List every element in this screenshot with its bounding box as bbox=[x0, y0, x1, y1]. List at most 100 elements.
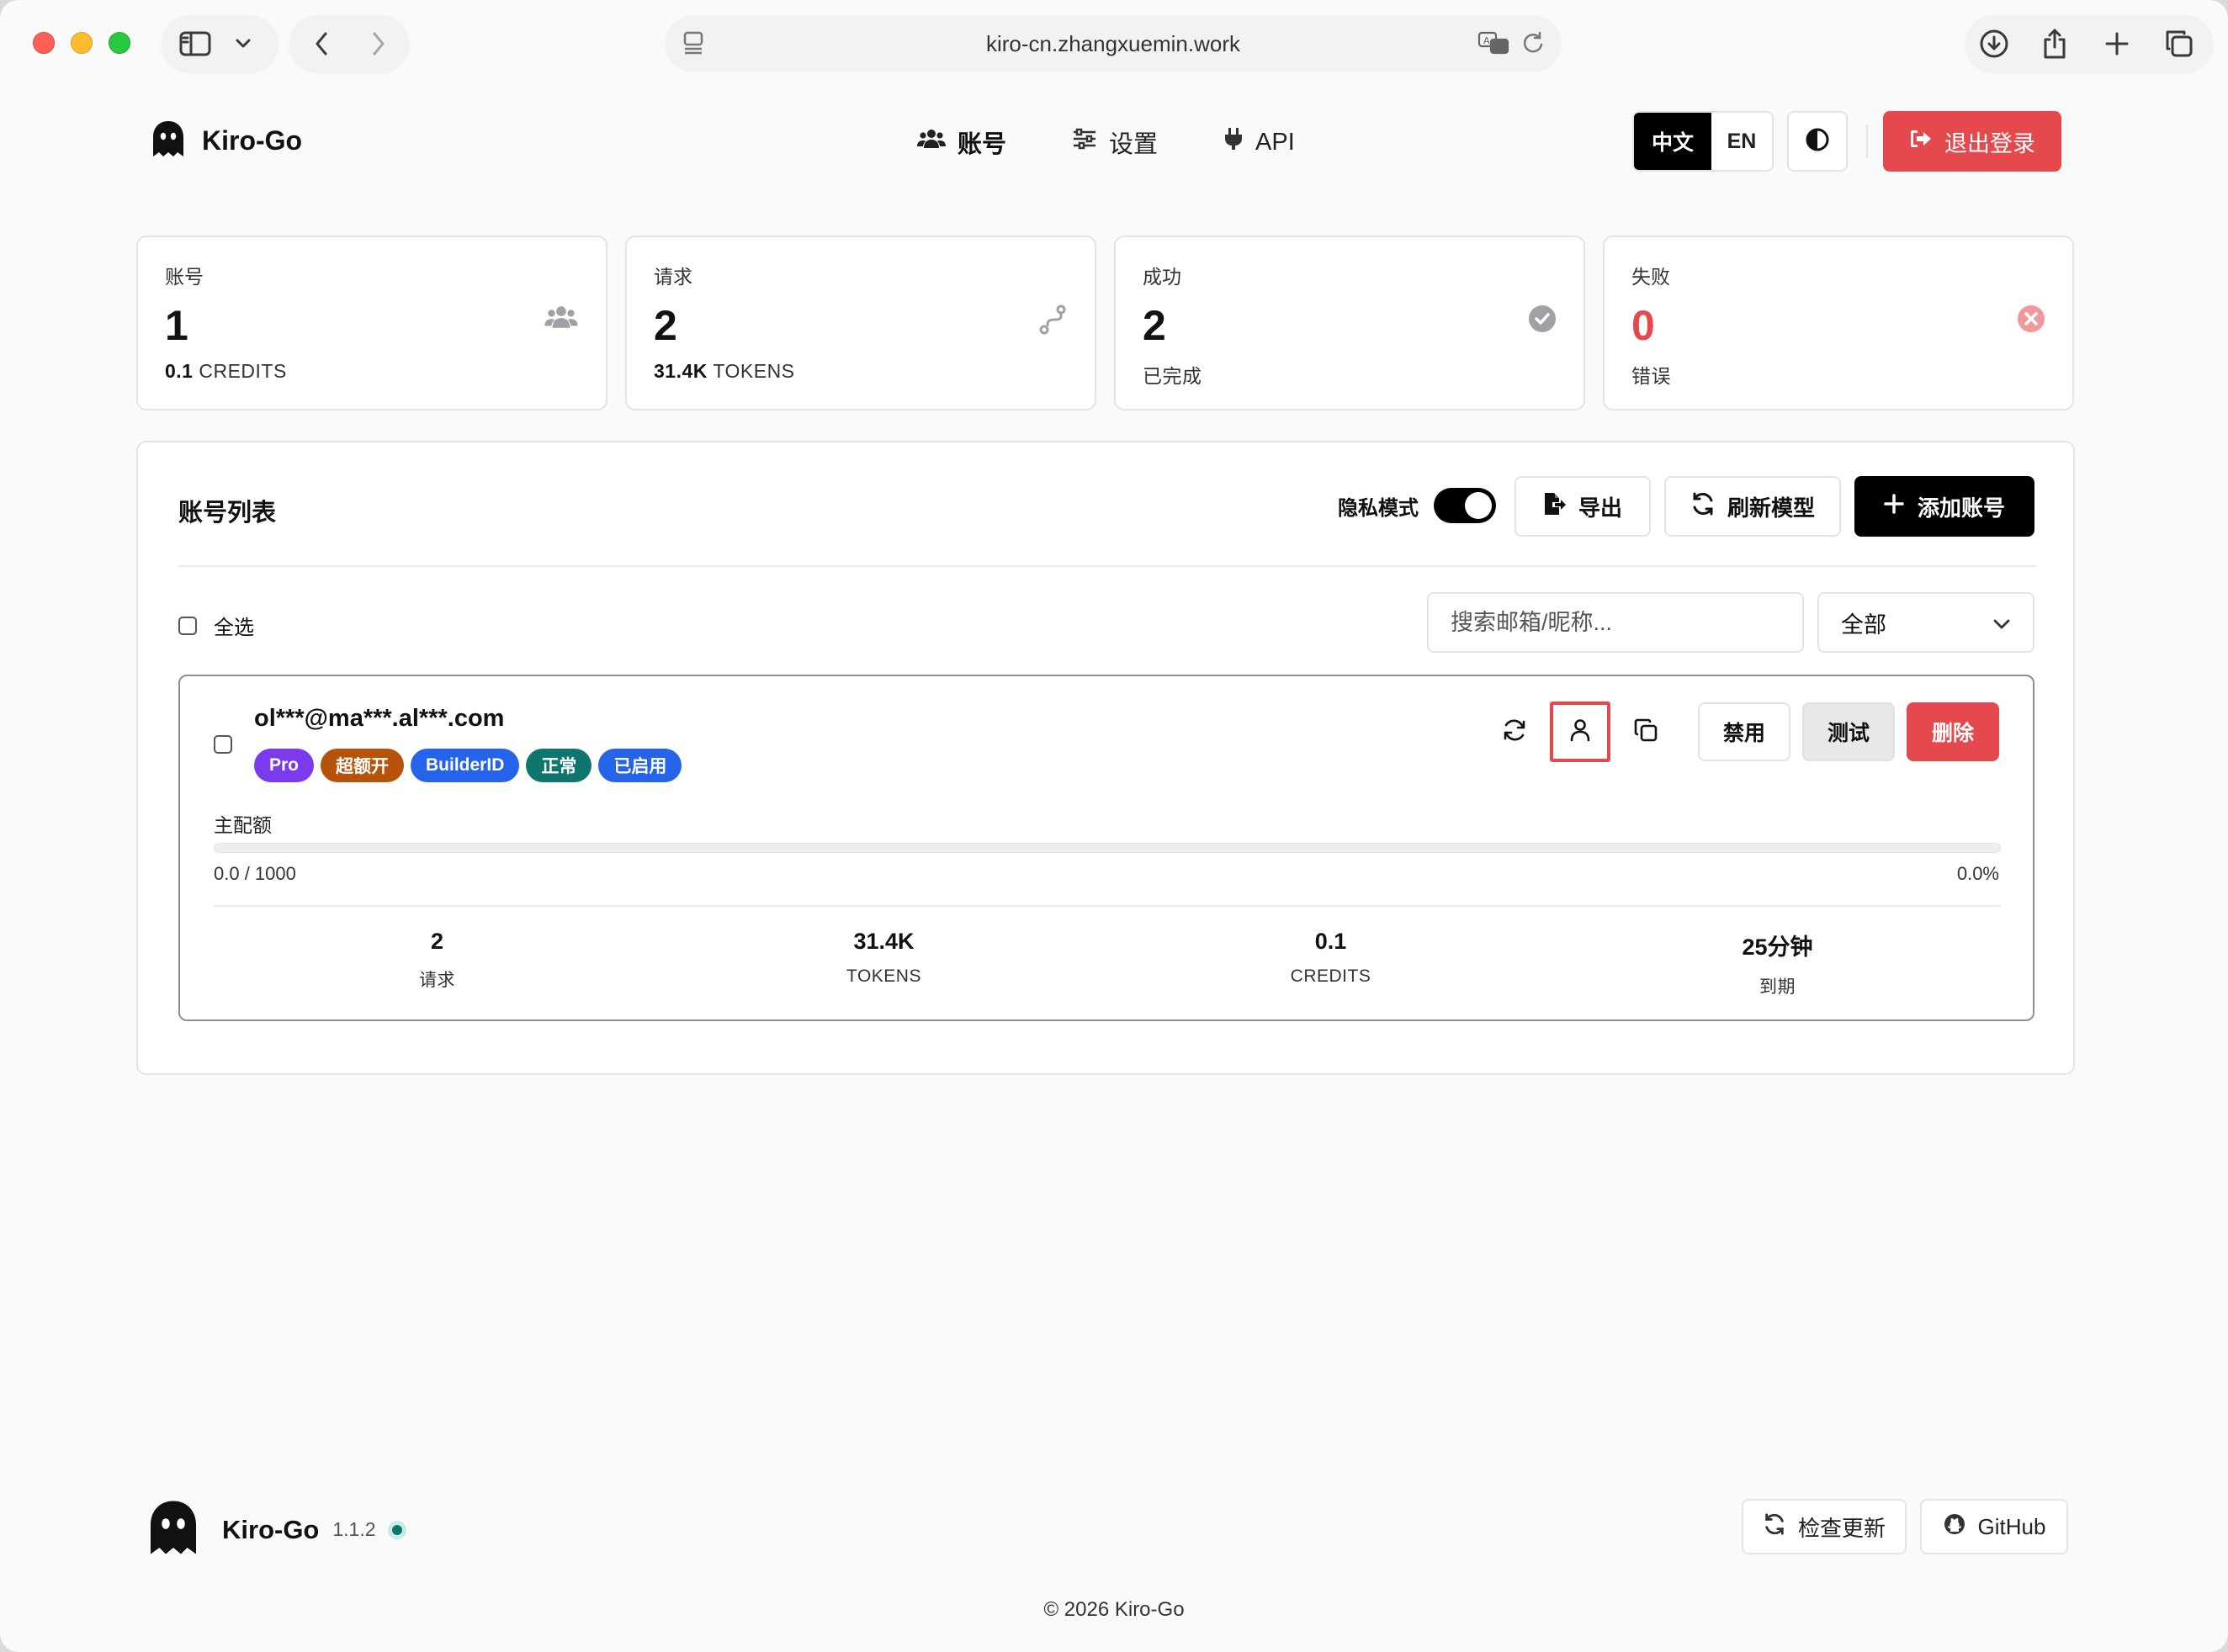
export-button[interactable]: 导出 bbox=[1515, 476, 1651, 537]
disable-button[interactable]: 禁用 bbox=[1698, 702, 1790, 761]
refresh-account-button[interactable] bbox=[1484, 702, 1545, 762]
download-icon[interactable] bbox=[1977, 15, 2011, 72]
new-tab-icon[interactable] bbox=[2102, 15, 2132, 72]
contrast-icon bbox=[1805, 127, 1830, 156]
nav-item-api[interactable]: API bbox=[1223, 124, 1295, 160]
check-update-label: 检查更新 bbox=[1797, 1515, 1886, 1541]
search-input[interactable] bbox=[1427, 592, 1804, 653]
account-actions: 禁用 测试 删除 bbox=[1484, 702, 1999, 762]
ghost-logo-icon bbox=[151, 119, 185, 162]
x-circle-icon bbox=[2017, 304, 2045, 337]
check-update-button[interactable]: 检查更新 bbox=[1742, 1499, 1907, 1554]
plus-icon bbox=[1884, 493, 1904, 520]
plug-icon bbox=[1223, 126, 1244, 158]
select-all[interactable]: 全选 bbox=[178, 611, 254, 640]
footer-name: Kiro-Go bbox=[222, 1514, 320, 1544]
theme-toggle-button[interactable] bbox=[1787, 111, 1848, 172]
privacy-mode: 隐私模式 bbox=[1338, 488, 1496, 523]
add-account-label: 添加账号 bbox=[1917, 495, 2005, 521]
stat-sub-label: 已完成 bbox=[1143, 365, 1202, 387]
browser-toolbar: kiro-cn.zhangxuemin.work A bbox=[0, 0, 2228, 87]
privacy-toggle[interactable] bbox=[1434, 488, 1496, 523]
translate-icon[interactable]: A bbox=[1477, 30, 1511, 61]
ghost-logo-icon bbox=[148, 1497, 199, 1562]
account-stat-label: CREDITS bbox=[1290, 966, 1371, 986]
copy-button[interactable] bbox=[1615, 702, 1676, 762]
refresh-models-button[interactable]: 刷新模型 bbox=[1664, 476, 1841, 537]
footer-brand: Kiro-Go 1.1.2 bbox=[148, 1497, 406, 1562]
lang-en-button[interactable]: EN bbox=[1711, 113, 1772, 170]
stat-sub: 0.1 CREDITS bbox=[165, 360, 287, 383]
brand[interactable]: Kiro-Go bbox=[151, 119, 302, 162]
logout-button[interactable]: 退出登录 bbox=[1883, 111, 2061, 172]
stat-sub: 31.4K TOKENS bbox=[654, 360, 795, 383]
stat-card-accounts: 账号 1 0.1 CREDITS bbox=[136, 236, 607, 410]
account-card: ol***@ma***.al***.com Pro 超额开 BuilderID … bbox=[178, 675, 2034, 1021]
minimize-window-button[interactable] bbox=[71, 32, 93, 54]
logout-label: 退出登录 bbox=[1944, 130, 2035, 156]
refresh-models-label: 刷新模型 bbox=[1727, 495, 1815, 521]
nav-label-accounts: 账号 bbox=[958, 131, 1007, 158]
nav-label-settings: 设置 bbox=[1109, 131, 1159, 158]
footer-version: 1.1.2 bbox=[332, 1518, 376, 1540]
github-label: GitHub bbox=[1977, 1513, 2046, 1539]
quota-used: 0.0 / 1000 bbox=[214, 863, 296, 884]
users-icon bbox=[544, 304, 579, 334]
stat-value: 0 bbox=[1631, 302, 1655, 349]
account-stat-label: 请求 bbox=[419, 971, 455, 990]
close-window-button[interactable] bbox=[33, 32, 55, 54]
stat-sub: 已完成 bbox=[1143, 360, 1202, 389]
stat-label: 成功 bbox=[1143, 266, 1181, 288]
select-all-label: 全选 bbox=[214, 617, 254, 639]
share-icon[interactable] bbox=[2040, 15, 2070, 72]
sidebar-icon[interactable] bbox=[175, 15, 215, 72]
chevron-down-icon[interactable] bbox=[231, 15, 256, 72]
brand-name: Kiro-Go bbox=[202, 125, 303, 156]
quota-label: 主配额 bbox=[214, 814, 272, 836]
add-account-button[interactable]: 添加账号 bbox=[1854, 476, 2034, 537]
lang-zh-button[interactable]: 中文 bbox=[1634, 113, 1711, 170]
account-stat-expiry: 25分钟 到期 bbox=[1554, 929, 2001, 998]
panel-divider bbox=[178, 565, 2036, 567]
stat-sub-label: CREDITS bbox=[199, 360, 287, 382]
delete-button[interactable]: 删除 bbox=[1907, 702, 1999, 761]
stat-value: 2 bbox=[1143, 302, 1166, 349]
page-menu-icon[interactable] bbox=[682, 30, 707, 61]
account-stat-requests: 2 请求 bbox=[214, 929, 660, 998]
account-info-button[interactable] bbox=[1550, 702, 1610, 762]
check-circle-icon bbox=[1528, 304, 1557, 337]
badge-plan: Pro bbox=[254, 749, 315, 782]
stat-value: 2 bbox=[654, 302, 677, 349]
account-stat-value: 31.4K bbox=[853, 929, 915, 954]
back-icon[interactable] bbox=[305, 15, 338, 72]
status-dot bbox=[387, 1520, 406, 1539]
forward-icon[interactable] bbox=[362, 15, 395, 72]
address-bar[interactable]: kiro-cn.zhangxuemin.work A bbox=[665, 15, 1562, 72]
status-filter-select[interactable]: 全部 bbox=[1817, 592, 2034, 653]
route-icon bbox=[1037, 304, 1068, 339]
stat-label: 失败 bbox=[1631, 266, 1670, 288]
stat-card-requests: 请求 2 31.4K TOKENS bbox=[625, 236, 1096, 410]
file-export-icon bbox=[1543, 491, 1567, 522]
github-button[interactable]: GitHub bbox=[1920, 1499, 2068, 1554]
reload-icon[interactable] bbox=[1521, 30, 1545, 61]
language-switcher: 中文 EN bbox=[1632, 111, 1774, 172]
nav-item-settings[interactable]: 设置 bbox=[1072, 124, 1158, 160]
stat-label: 账号 bbox=[165, 266, 204, 288]
test-button[interactable]: 测试 bbox=[1802, 702, 1895, 761]
nav-item-accounts[interactable]: 账号 bbox=[917, 124, 1006, 160]
select-all-checkbox[interactable] bbox=[178, 616, 197, 635]
stat-value: 1 bbox=[165, 302, 188, 349]
privacy-label: 隐私模式 bbox=[1338, 496, 1419, 520]
svg-text:A: A bbox=[1483, 35, 1490, 46]
account-checkbox[interactable] bbox=[214, 735, 232, 754]
stat-sub-value: 0.1 bbox=[165, 360, 194, 382]
maximize-window-button[interactable] bbox=[109, 32, 130, 54]
sign-out-icon bbox=[1909, 128, 1933, 156]
stat-card-failed: 失败 0 错误 bbox=[1603, 236, 2074, 410]
badge-auth-type: BuilderID bbox=[411, 749, 520, 782]
account-stat-label: TOKENS bbox=[846, 966, 921, 986]
badge-overage: 超额开 bbox=[321, 749, 405, 782]
tabs-overview-icon[interactable] bbox=[2162, 15, 2196, 72]
panel-title: 账号列表 bbox=[178, 500, 277, 527]
